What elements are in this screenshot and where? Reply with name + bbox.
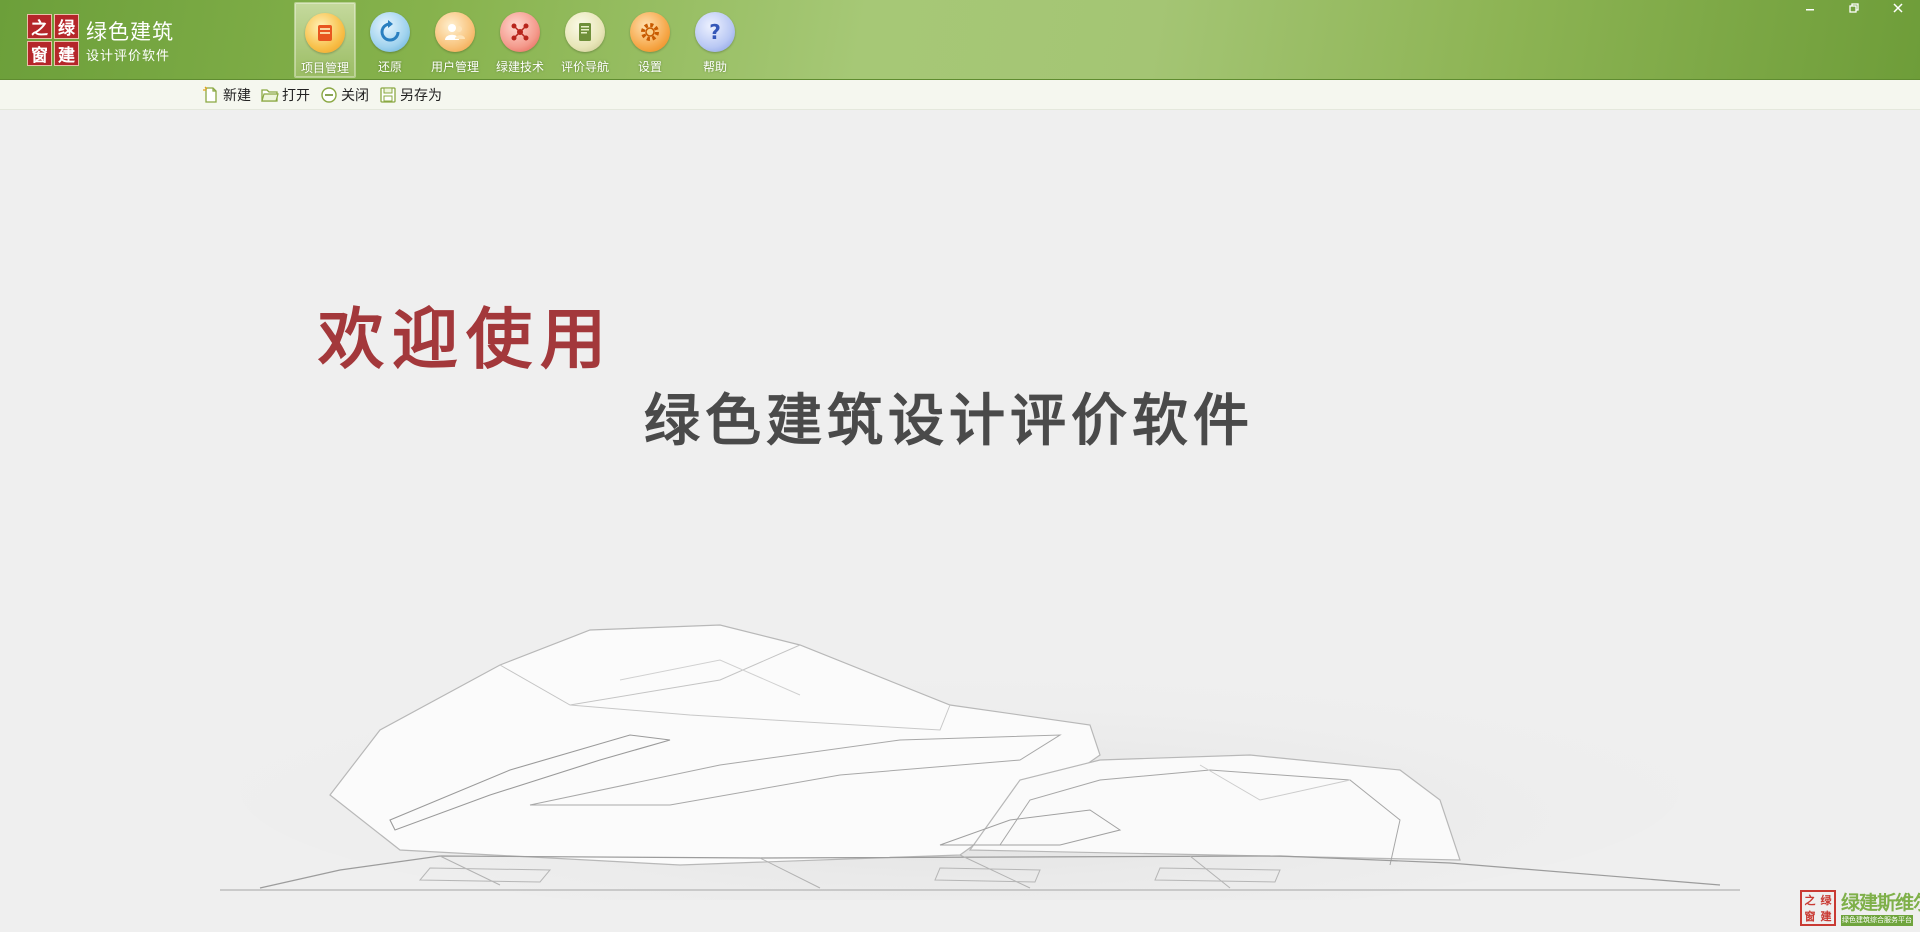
nav-label: 还原 (377, 60, 402, 74)
logo-char: 绿 (54, 14, 79, 39)
seal-char: 窗 (1804, 909, 1816, 923)
project-management-icon (305, 13, 345, 53)
seal-char: 建 (1820, 909, 1832, 923)
nav-label: 帮助 (702, 60, 727, 74)
brand-watermark: 之 绿 窗 建 绿建斯维尔 绿色建筑综合服务平台 (1800, 888, 1920, 928)
help-icon: ? (695, 12, 735, 52)
window-controls (1788, 0, 1920, 16)
save-as-icon (380, 87, 396, 103)
nav-label: 项目管理 (300, 61, 349, 75)
minimize-icon (1806, 9, 1814, 11)
nav-restore[interactable]: 还原 (359, 2, 421, 78)
app-title: 绿色建筑 (86, 20, 174, 44)
nav-label: 用户管理 (430, 60, 479, 74)
logo-char: 建 (54, 41, 79, 66)
close-circle-icon (321, 87, 337, 103)
toolbar: 新建 打开 关闭 另存为 (0, 80, 1920, 110)
svg-text:?: ? (709, 20, 721, 44)
welcome-heading: 欢迎使用 (318, 301, 614, 378)
nav-project-management[interactable]: 项目管理 (294, 2, 356, 78)
save-as-label: 另存为 (400, 88, 442, 104)
open-button[interactable]: 打开 (261, 85, 310, 105)
brand-tagline: 绿色建筑综合服务平台 (1841, 915, 1913, 926)
close-button[interactable] (1876, 0, 1920, 16)
logo-char: 窗 (27, 41, 52, 66)
nav-user-management[interactable]: 用户管理 (424, 2, 486, 78)
app-logo: 之 绿 窗 建 (27, 14, 79, 66)
restore-icon (370, 12, 410, 52)
minimize-button[interactable] (1788, 0, 1832, 16)
app-subtitle: 设计评价软件 (86, 49, 171, 64)
close-file-button[interactable]: 关闭 (320, 85, 369, 105)
toolbar-items: 新建 打开 关闭 另存为 (202, 85, 452, 105)
restore-window-icon (1849, 3, 1859, 13)
nav-evaluation-navigation[interactable]: 评价导航 (554, 2, 616, 78)
restore-window-button[interactable] (1832, 0, 1876, 16)
green-tech-icon (500, 12, 540, 52)
nav-label: 评价导航 (560, 60, 609, 74)
user-management-icon (435, 12, 475, 52)
brand-name: 绿建斯维尔 (1841, 892, 1920, 914)
nav-settings[interactable]: 设置 (619, 2, 681, 78)
evaluation-nav-icon (565, 12, 605, 52)
nav-label: 设置 (637, 60, 662, 74)
seal-char: 之 (1804, 893, 1816, 907)
building-illustration (220, 624, 1740, 900)
main-nav: 项目管理 还原 用户管理 绿建技术 评价导航 设置 ? 帮助 (294, 2, 749, 78)
nav-green-tech[interactable]: 绿建技术 (489, 2, 551, 78)
logo-char: 之 (27, 14, 52, 39)
nav-help[interactable]: ? 帮助 (684, 2, 746, 78)
settings-icon (630, 12, 670, 52)
save-as-button[interactable]: 另存为 (379, 85, 442, 105)
nav-label: 绿建技术 (495, 60, 544, 74)
new-file-icon (203, 86, 217, 103)
product-name-heading: 绿色建筑设计评价软件 (644, 389, 1254, 454)
close-label: 关闭 (341, 88, 369, 104)
title-bar: 之 绿 窗 建 绿色建筑 设计评价软件 项目管理 还原 用户管理 绿建技术 评价… (0, 0, 1920, 80)
open-folder-icon (261, 89, 279, 102)
seal-logo: 之 绿 窗 建 (1800, 890, 1836, 926)
open-label: 打开 (282, 88, 310, 104)
seal-char: 绿 (1820, 893, 1832, 907)
close-icon (1893, 3, 1903, 13)
new-button[interactable]: 新建 (202, 85, 251, 105)
new-label: 新建 (223, 88, 251, 104)
